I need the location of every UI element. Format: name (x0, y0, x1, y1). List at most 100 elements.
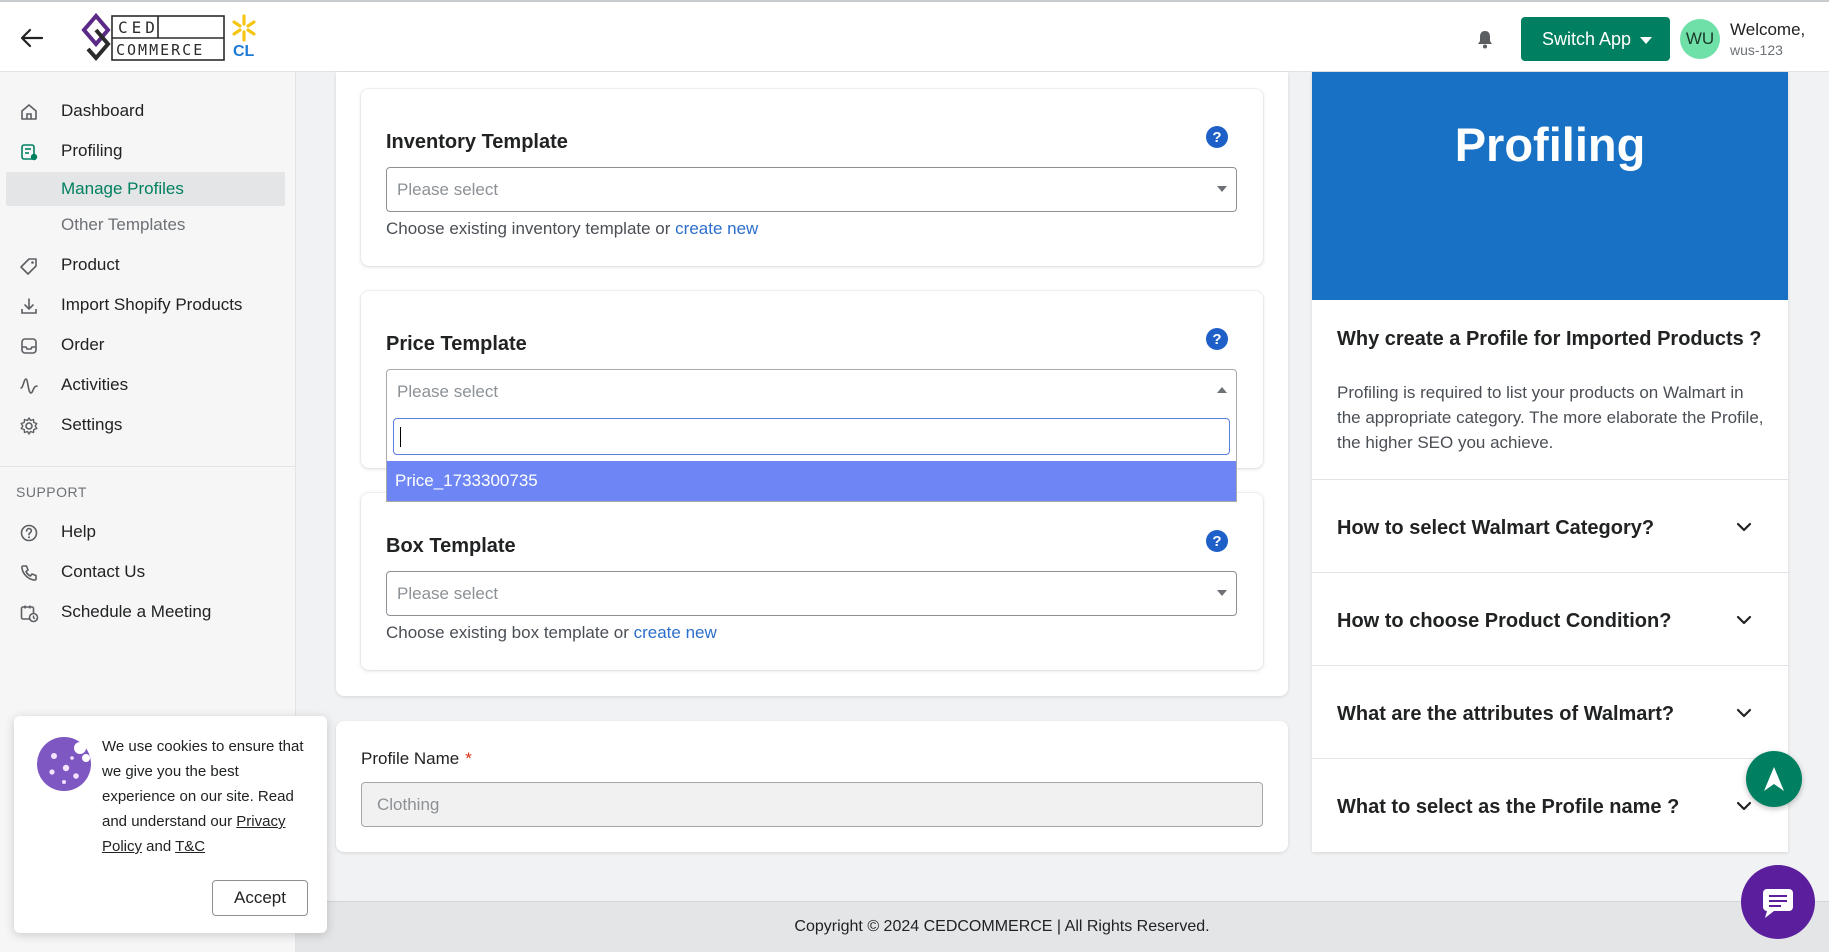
dropdown-arrow-icon (1217, 186, 1227, 192)
sidebar-item-import-shopify-products[interactable]: Import Shopify Products (0, 288, 296, 322)
avatar[interactable]: WU (1680, 19, 1720, 59)
faq-item-walmart-attributes[interactable]: What are the attributes of Walmart? (1312, 666, 1788, 758)
faq-item-profile-name[interactable]: What to select as the Profile name ? (1312, 759, 1788, 851)
help-panel: Profiling Why create a Profile for Impor… (1312, 72, 1788, 852)
inventory-template-card: Inventory Template ? Please select Choos… (361, 89, 1263, 266)
chevron-down-icon (1736, 522, 1752, 532)
sidebar-item-label: Profiling (61, 141, 123, 160)
profiling-banner: Profiling (1312, 72, 1788, 300)
select-placeholder: Please select (397, 584, 499, 603)
chevron-down-icon (1736, 708, 1752, 718)
terms-link[interactable]: T&C (175, 838, 205, 855)
dropdown-search-input[interactable] (393, 418, 1230, 455)
faq-item-product-condition[interactable]: How to choose Product Condition? (1312, 573, 1788, 665)
user-welcome[interactable]: Welcome, wus-123 (1730, 20, 1805, 58)
sidebar-subitem-manage-profiles[interactable]: Manage Profiles (6, 172, 285, 206)
phone-icon (21, 565, 37, 581)
sidebar-item-help[interactable]: Help (0, 515, 296, 549)
sidebar-item-label: Help (61, 522, 96, 541)
support-heading: SUPPORT (16, 484, 87, 500)
sidebar-item-order[interactable]: Order (0, 328, 296, 362)
faq-open-answer: Profiling is required to list your produ… (1337, 383, 1764, 452)
create-new-box-link[interactable]: create new (634, 623, 717, 642)
faq-question: What are the attributes of Walmart? (1337, 703, 1675, 725)
box-template-title: Box Template (386, 535, 516, 557)
create-new-inventory-link[interactable]: create new (675, 219, 758, 238)
scroll-to-top-button[interactable] (1746, 751, 1802, 807)
footer-copyright: Copyright © 2024 CEDCOMMERCE | All Right… (794, 918, 1210, 935)
arrow-up-icon (1764, 767, 1784, 791)
label-text: Profile Name (361, 749, 460, 768)
profile-name-label: Profile Name * (361, 749, 472, 769)
profile-list-icon (21, 144, 38, 161)
switch-app-button[interactable]: Switch App (1521, 17, 1670, 61)
download-icon (21, 298, 37, 314)
back-arrow-icon[interactable] (18, 24, 46, 52)
sidebar-item-label: Import Shopify Products (61, 295, 243, 314)
dropdown-option[interactable]: Price_1733300735 (387, 461, 1236, 501)
cedcommerce-logo: CED COMMERCE CL (80, 12, 300, 64)
banner-title: Profiling (1454, 118, 1646, 171)
sidebar-item-label: Activities (61, 375, 129, 394)
logo-badge: CL (233, 43, 255, 60)
price-template-title: Price Template (386, 333, 527, 355)
cookie-text: We use cookies to ensure that we give yo… (102, 734, 314, 859)
text-cursor (400, 427, 401, 447)
inbox-icon (21, 338, 37, 354)
question-icon[interactable]: ? (1206, 530, 1228, 552)
username: wus-123 (1730, 42, 1783, 58)
sidebar-item-label: Schedule a Meeting (61, 602, 212, 621)
chat-widget-button[interactable] (1741, 865, 1815, 939)
activity-icon (20, 378, 38, 394)
question-icon[interactable]: ? (1206, 328, 1228, 350)
sidebar-item-activities[interactable]: Activities (0, 368, 296, 402)
welcome-label: Welcome, (1730, 20, 1806, 39)
help-circle-icon (20, 524, 38, 542)
box-template-card: Box Template ? Please select Choose exis… (361, 493, 1263, 670)
faq-open-question[interactable]: Why create a Profile for Imported Produc… (1337, 328, 1762, 351)
footer: Copyright © 2024 CEDCOMMERCE | All Right… (296, 901, 1829, 952)
profile-name-input[interactable]: Clothing (361, 782, 1263, 827)
accept-cookies-button[interactable]: Accept (212, 880, 308, 916)
faq-question: What to select as the Profile name ? (1337, 796, 1680, 818)
sidebar-item-contact-us[interactable]: Contact Us (0, 555, 296, 589)
sidebar-item-profiling[interactable]: Profiling (0, 134, 296, 168)
sidebar-item-product[interactable]: Product (0, 248, 296, 282)
sidebar-item-settings[interactable]: Settings (0, 408, 296, 442)
logo-text-bottom: COMMERCE (116, 41, 205, 59)
faq-item-walmart-category[interactable]: How to select Walmart Category? (1312, 480, 1788, 572)
sidebar-divider (0, 466, 296, 467)
tag-icon (20, 258, 37, 275)
dropdown-option-label: Price_1733300735 (395, 471, 538, 490)
sidebar-subitem-other-templates[interactable]: Other Templates (6, 208, 285, 242)
inventory-template-select[interactable]: Please select (386, 167, 1237, 212)
profile-name-value: Clothing (377, 794, 440, 814)
dropdown-arrow-icon (1217, 590, 1227, 596)
faq-question: How to choose Product Condition? (1337, 610, 1672, 632)
sidebar-item-schedule-meeting[interactable]: Schedule a Meeting (0, 595, 296, 629)
required-marker: * (465, 749, 472, 768)
box-template-select[interactable]: Please select (386, 571, 1237, 616)
top-bar: CED COMMERCE CL Switch App WU Welcome, w… (0, 0, 1829, 72)
sidebar-item-dashboard[interactable]: Dashboard (0, 94, 296, 128)
question-icon[interactable]: ? (1206, 126, 1228, 148)
inventory-template-title: Inventory Template (386, 131, 568, 153)
chat-bubble-icon (1763, 889, 1793, 918)
faq-question: How to select Walmart Category? (1337, 517, 1655, 539)
dropdown-arrow-up-icon (1217, 387, 1227, 393)
sidebar-item-label: Contact Us (61, 562, 146, 581)
sidebar-item-label: Product (61, 255, 120, 274)
home-icon (21, 104, 37, 120)
cookie-and: and (142, 838, 176, 855)
avatar-initials: WU (1685, 29, 1715, 48)
select-placeholder: Please select (397, 382, 499, 401)
notification-bell-icon[interactable] (1474, 28, 1496, 50)
price-template-select[interactable]: Please select (386, 369, 1237, 414)
hint-text: Choose existing box template or (386, 623, 634, 642)
cookie-icon (37, 737, 91, 791)
sidebar-item-label: Dashboard (61, 101, 145, 120)
caret-down-icon (1640, 37, 1652, 44)
inventory-template-hint: Choose existing inventory template or cr… (386, 219, 758, 239)
hint-text: Choose existing inventory template or (386, 219, 676, 238)
accept-label: Accept (234, 888, 286, 907)
